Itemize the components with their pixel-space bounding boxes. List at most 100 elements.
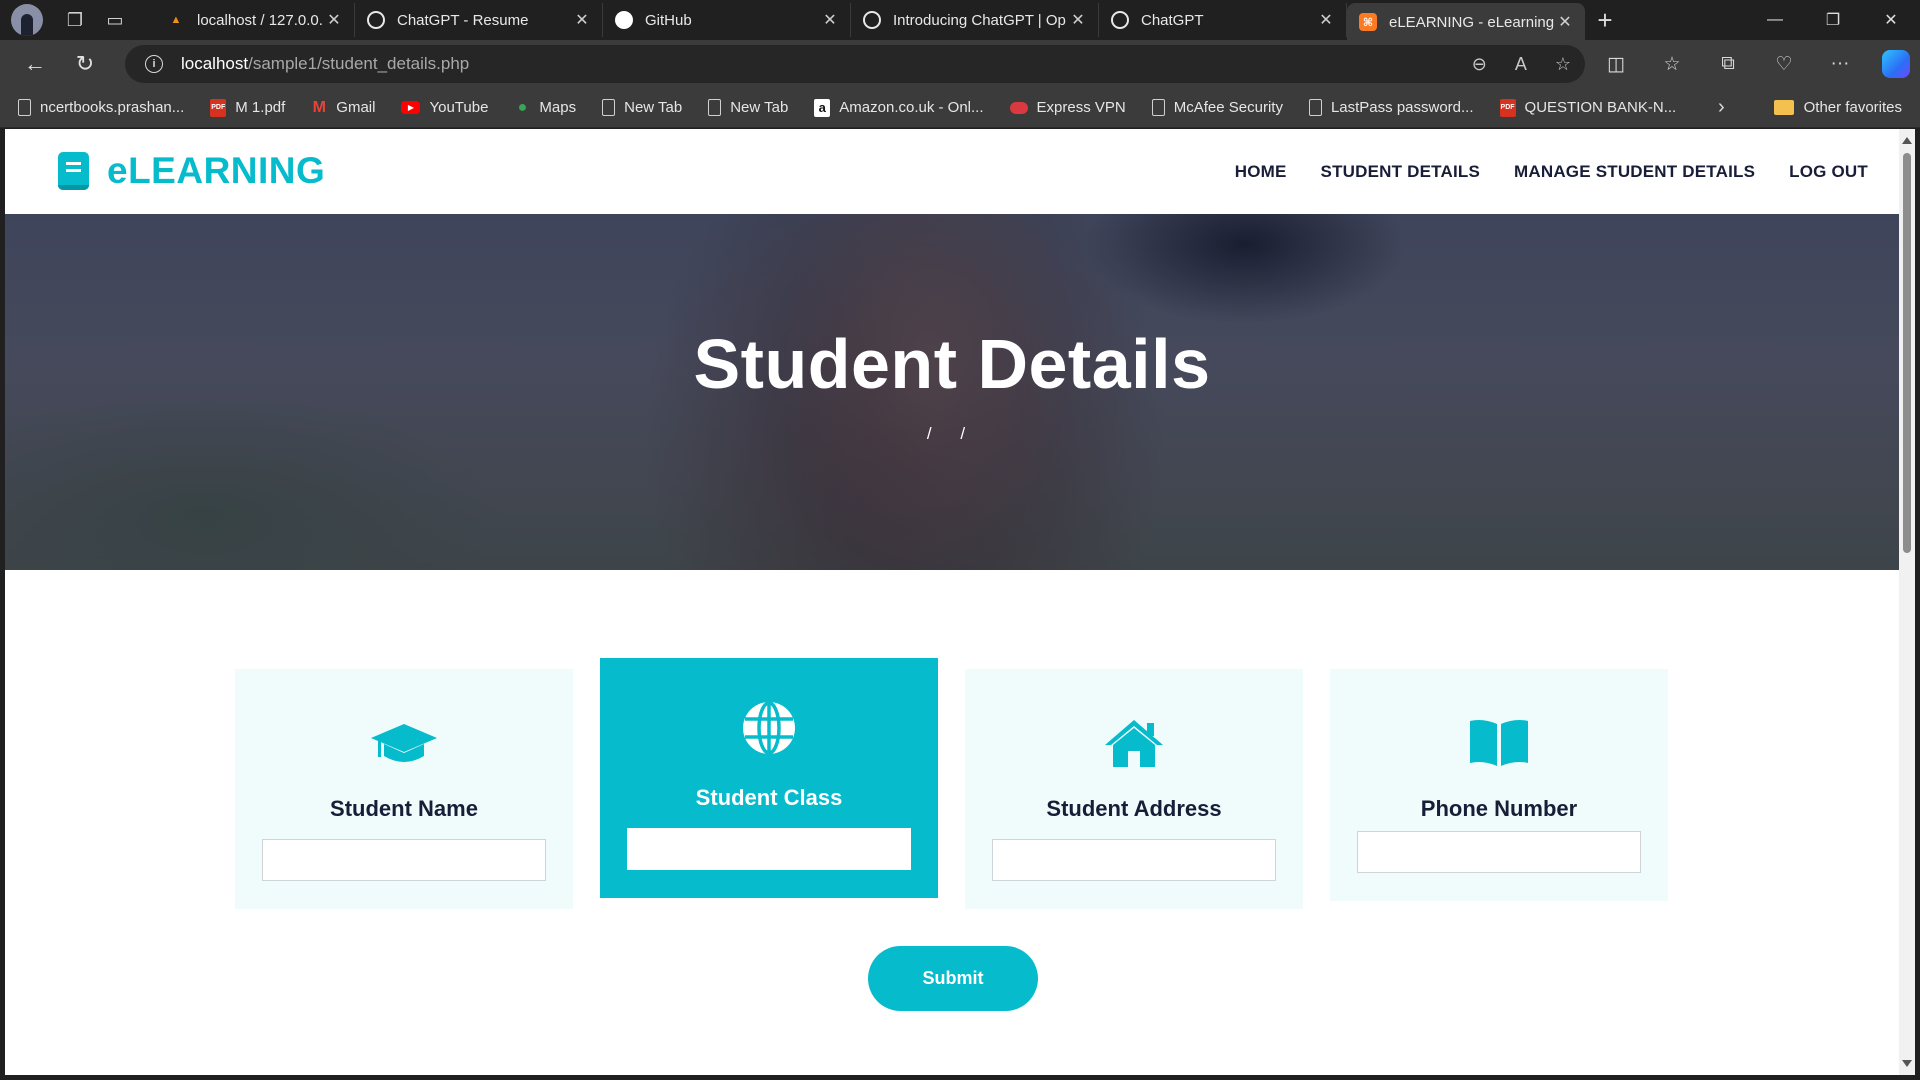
bookmark-label: ncertbooks.prashan... (40, 99, 185, 116)
browser-toolbar: ← ↻ i localhost/sample1/student_details.… (0, 40, 1920, 88)
brand-logo[interactable]: eLEARNING (58, 150, 325, 192)
gmail-icon: M (312, 98, 326, 116)
bookmark-label: Express VPN (1036, 99, 1126, 116)
student-address-card: Student Address (965, 669, 1303, 909)
browser-tab[interactable]: Introducing ChatGPT | Op ✕ (851, 3, 1099, 37)
bookmark-item[interactable]: Express VPN (1009, 99, 1126, 116)
graduation-cap-icon (235, 714, 573, 774)
student-name-input[interactable] (262, 839, 546, 881)
main-menu: HOME STUDENT DETAILS MANAGE STUDENT DETA… (1201, 129, 1868, 214)
favorites-icon[interactable]: ☆ (1644, 53, 1700, 76)
copilot-icon[interactable] (1882, 50, 1910, 78)
close-icon[interactable]: ✕ (1068, 10, 1088, 30)
tab-label: ChatGPT (1141, 11, 1204, 29)
more-menu-icon[interactable]: ··· (1812, 53, 1868, 75)
nav-manage-student-details[interactable]: MANAGE STUDENT DETAILS (1514, 162, 1755, 182)
doc-icon (708, 99, 722, 116)
browser-tab[interactable]: GitHub ✕ (603, 3, 851, 37)
bookmark-item[interactable]: LastPass password... (1308, 99, 1474, 116)
bookmark-label: YouTube (429, 99, 489, 116)
page-title: Student Details (693, 325, 1211, 403)
browser-tab[interactable]: ChatGPT - Resume ✕ (355, 3, 603, 37)
maps-icon: ● (517, 98, 528, 116)
scroll-down-arrow-icon[interactable] (1902, 1060, 1912, 1067)
openai-icon (863, 11, 881, 29)
address-bar[interactable]: i localhost/sample1/student_details.php … (125, 45, 1585, 83)
student-name-label: Student Name (330, 796, 478, 821)
window-close-icon[interactable]: ✕ (1862, 0, 1920, 40)
close-icon[interactable]: ✕ (1555, 12, 1575, 32)
expressvpn-icon (1009, 101, 1028, 114)
bookmark-item[interactable]: New Tab (602, 99, 682, 116)
scroll-up-arrow-icon[interactable] (1902, 137, 1912, 144)
bookmark-label: QUESTION BANK-N... (1524, 99, 1677, 116)
site-navbar: eLEARNING HOME STUDENT DETAILS MANAGE ST… (5, 129, 1899, 214)
page-scrollbar[interactable] (1899, 129, 1915, 1075)
student-address-input[interactable] (992, 839, 1276, 881)
back-arrow-icon[interactable]: ← (12, 44, 58, 84)
nav-home[interactable]: HOME (1235, 162, 1287, 182)
refresh-icon[interactable]: ↻ (62, 44, 108, 84)
site-info-icon[interactable]: i (145, 55, 163, 73)
read-aloud-icon[interactable]: A (1515, 54, 1527, 75)
profile-avatar[interactable] (11, 4, 43, 36)
scrollbar-thumb[interactable] (1903, 153, 1911, 553)
bookmark-item[interactable]: New Tab (708, 99, 788, 116)
bookmark-item[interactable]: ▶ YouTube (401, 99, 488, 116)
tab-label: GitHub (645, 11, 692, 29)
collections-icon[interactable]: ⧉ (1700, 53, 1756, 75)
phpmyadmin-icon: ▲ (170, 14, 182, 26)
new-tab-button[interactable]: + (1585, 5, 1625, 36)
close-icon[interactable]: ✕ (572, 10, 592, 30)
tab-label: localhost / 127.0.0.1 / rec (197, 11, 324, 29)
bookmark-label: New Tab (624, 99, 683, 116)
bookmark-item[interactable]: McAfee Security (1151, 99, 1283, 116)
profile-silhouette-icon (21, 14, 33, 36)
browser-essentials-icon[interactable]: ♡ (1756, 53, 1812, 76)
book-open-icon (1330, 713, 1668, 773)
page-viewport: eLEARNING HOME STUDENT DETAILS MANAGE ST… (5, 129, 1915, 1075)
bookmark-label: M 1.pdf (235, 99, 286, 116)
youtube-icon: ▶ (401, 101, 421, 114)
student-class-input[interactable] (627, 828, 911, 870)
workspaces-icon[interactable]: ❐ (55, 3, 95, 37)
bookmark-item[interactable]: ● Maps (514, 98, 577, 117)
bookmark-label: Gmail (336, 99, 376, 116)
bookmark-item[interactable]: a Amazon.co.uk - Onl... (814, 98, 984, 117)
restore-icon[interactable]: ❐ (1804, 0, 1862, 40)
tab-strip: ❐ ▭ ▲ localhost / 127.0.0.1 / rec ✕ Chat… (0, 0, 1920, 41)
phone-number-input[interactable] (1357, 831, 1641, 873)
phone-number-label: Phone Number (1420, 796, 1578, 821)
browser-tab-active[interactable]: ⌘ eLEARNING - eLearning H ✕ (1347, 3, 1585, 41)
doc-icon (1151, 99, 1165, 116)
doc-icon (18, 99, 31, 116)
phone-number-card: Phone Number (1330, 669, 1668, 901)
close-icon[interactable]: ✕ (324, 10, 344, 30)
home-icon (965, 713, 1303, 773)
nav-log-out[interactable]: LOG OUT (1789, 162, 1868, 182)
close-icon[interactable]: ✕ (1316, 10, 1336, 30)
split-screen-icon[interactable]: ◫ (1588, 53, 1644, 76)
other-favorites-label: Other favorites (1803, 99, 1902, 116)
bookmark-item[interactable]: ncertbooks.prashan... (18, 99, 184, 116)
browser-tab[interactable]: ▲ localhost / 127.0.0.1 / rec ✕ (155, 3, 355, 37)
minimize-icon[interactable]: — (1746, 0, 1804, 40)
zoom-icon[interactable]: ⊖ (1472, 54, 1487, 75)
submit-button[interactable]: Submit (868, 946, 1038, 1011)
bookmark-item[interactable]: PDF M 1.pdf (210, 98, 286, 117)
bookmark-item[interactable]: PDF QUESTION BANK-N... (1499, 98, 1677, 117)
pdf-icon: PDF (1499, 98, 1516, 117)
xampp-icon: ⌘ (1359, 13, 1377, 31)
chevron-right-icon[interactable]: › (1718, 96, 1725, 119)
browser-tab[interactable]: ChatGPT ✕ (1099, 3, 1347, 37)
book-icon (58, 152, 89, 190)
other-favorites[interactable]: Other favorites (1773, 99, 1902, 116)
pdf-icon: PDF (210, 98, 227, 117)
bookmark-item[interactable]: M Gmail (311, 98, 376, 117)
tab-actions-icon[interactable]: ▭ (95, 3, 135, 37)
hero-banner: Student Details / / (5, 214, 1899, 570)
student-name-card: Student Name (235, 669, 573, 909)
close-icon[interactable]: ✕ (820, 10, 840, 30)
nav-student-details[interactable]: STUDENT DETAILS (1321, 162, 1480, 182)
favorite-star-icon[interactable]: ☆ (1555, 54, 1571, 75)
